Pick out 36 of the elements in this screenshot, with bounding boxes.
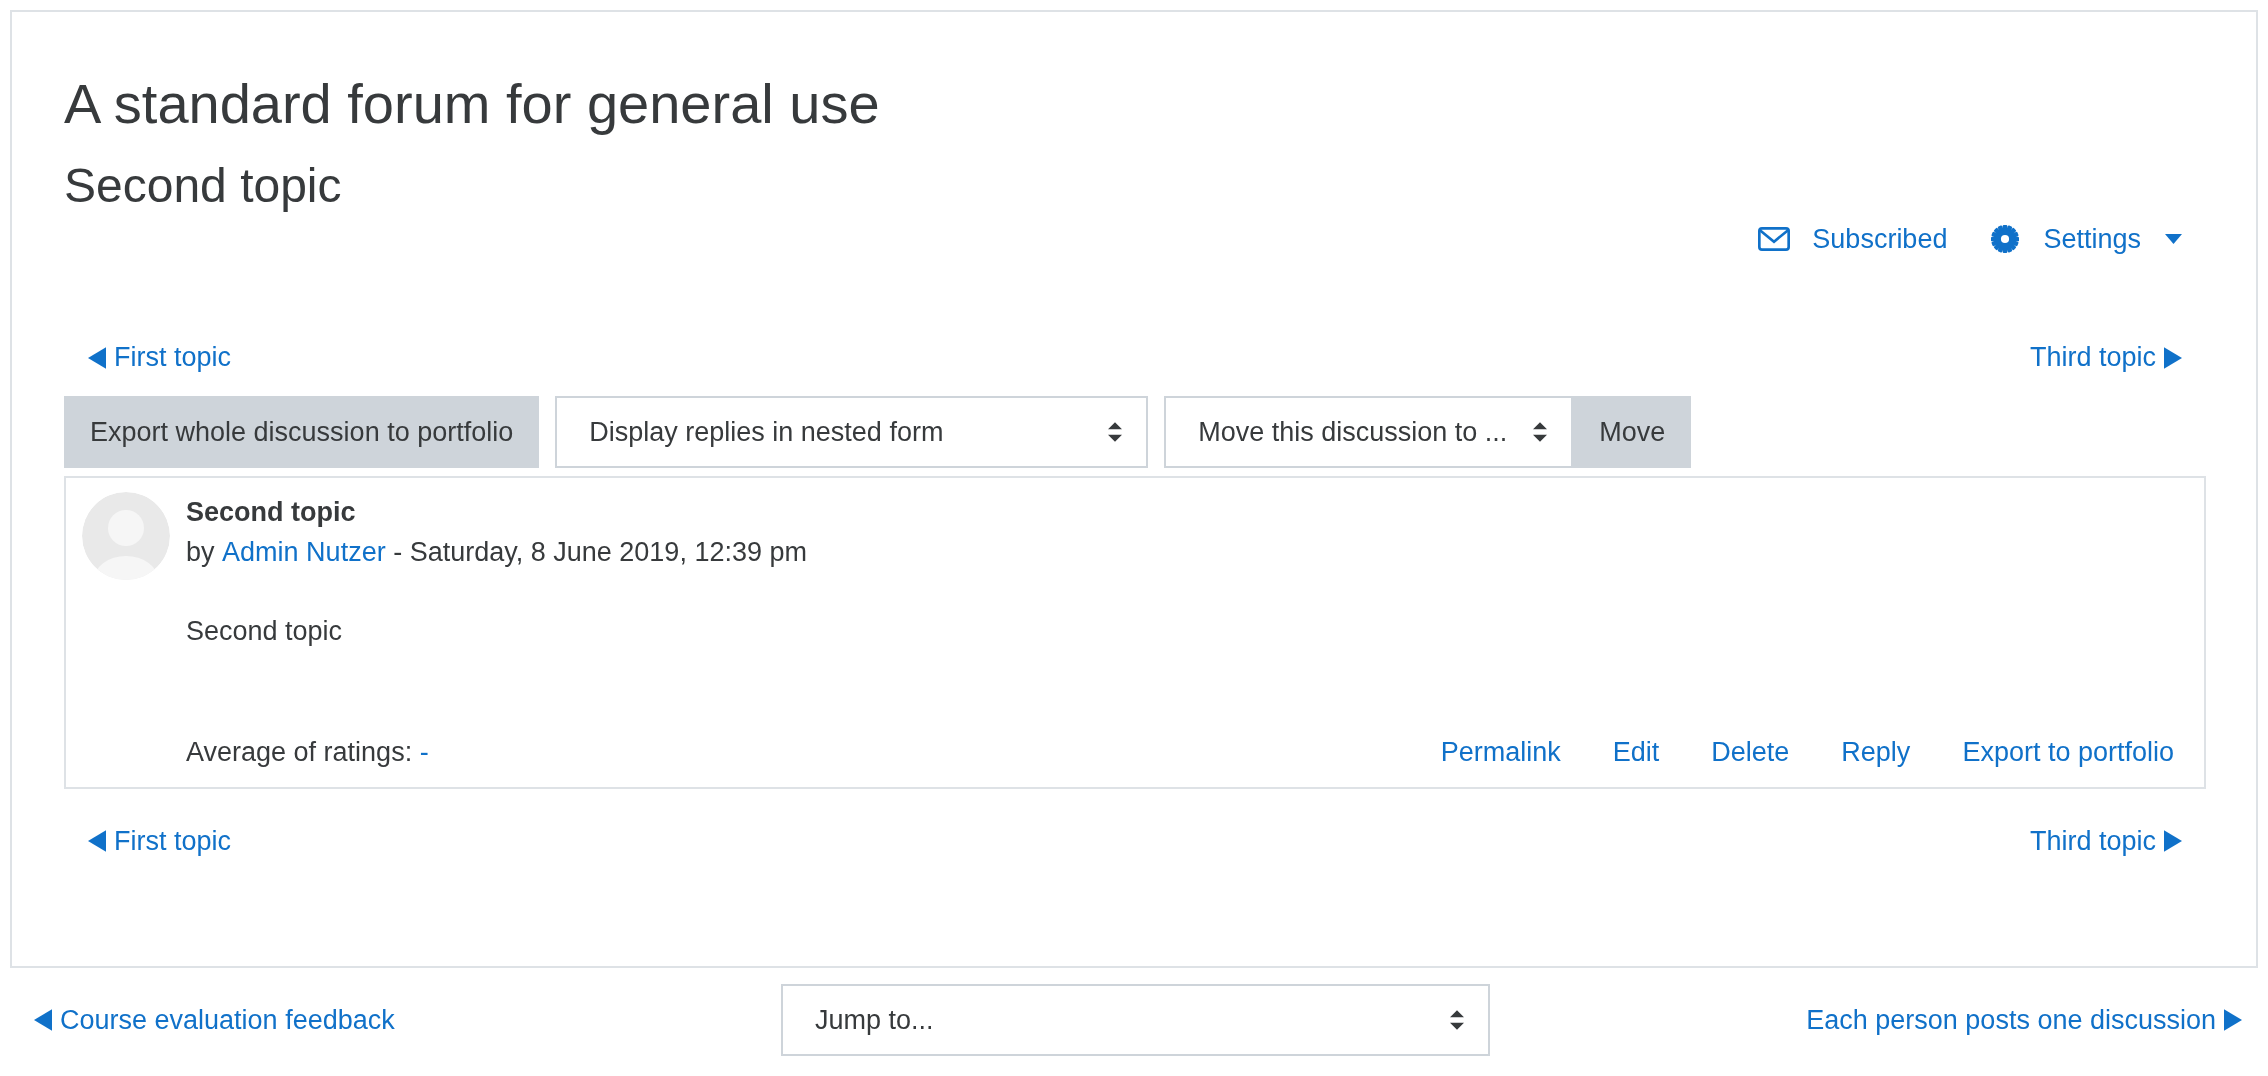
next-activity-link[interactable]: Each person posts one discussion — [1806, 999, 2242, 1041]
discussion-title: Second topic — [64, 158, 342, 215]
move-discussion-select[interactable]: Move this discussion to ... — [1164, 395, 1574, 468]
next-topic-link[interactable]: Third topic — [2029, 337, 2182, 378]
post-date: - Saturday, 8 June 2019, 12:39 pm — [393, 536, 807, 570]
move-button[interactable]: Move — [1573, 395, 1692, 468]
next-topic-link[interactable]: Third topic — [2029, 820, 2182, 862]
envelope-icon — [1758, 227, 1791, 252]
settings-dropdown[interactable]: Settings — [1991, 218, 2182, 260]
subscribed-link[interactable]: Subscribed — [1758, 218, 1948, 260]
right-triangle-icon — [2224, 1009, 2242, 1031]
post-action-link[interactable]: Delete — [1711, 732, 1790, 773]
post-action-link[interactable]: Edit — [1612, 732, 1660, 773]
left-triangle-icon — [88, 830, 106, 853]
left-triangle-icon — [88, 346, 106, 369]
post-action-link[interactable]: Permalink — [1440, 732, 1561, 773]
previous-activity-link[interactable]: Course evaluation feedback — [34, 999, 395, 1041]
gear-icon — [1991, 225, 2020, 254]
export-button[interactable]: Export whole discussion to portfolio — [64, 395, 540, 468]
post-subject: Second topic — [186, 495, 357, 529]
display-mode-select[interactable]: Display replies in nested form — [555, 395, 1149, 468]
post-action-link[interactable]: Export to portfolio — [1962, 732, 2174, 773]
previous-topic-link[interactable]: First topic — [88, 820, 232, 862]
post-action-link[interactable]: Reply — [1841, 732, 1911, 773]
author-link[interactable]: Admin Nutzer — [222, 532, 386, 573]
right-triangle-icon — [2164, 830, 2182, 853]
forum-title: A standard forum for general use — [64, 71, 881, 137]
right-triangle-icon — [2164, 346, 2182, 369]
caret-icon — [2165, 234, 2182, 245]
jump-to-select[interactable]: Jump to... — [781, 984, 1490, 1056]
byline-text: by — [186, 536, 215, 570]
left-triangle-icon — [34, 1009, 52, 1031]
ratings-label: Average of ratings: — [186, 736, 413, 770]
ratings-value-link[interactable]: - — [419, 732, 429, 773]
post-body: Second topic — [186, 614, 344, 648]
previous-topic-link[interactable]: First topic — [88, 337, 232, 378]
